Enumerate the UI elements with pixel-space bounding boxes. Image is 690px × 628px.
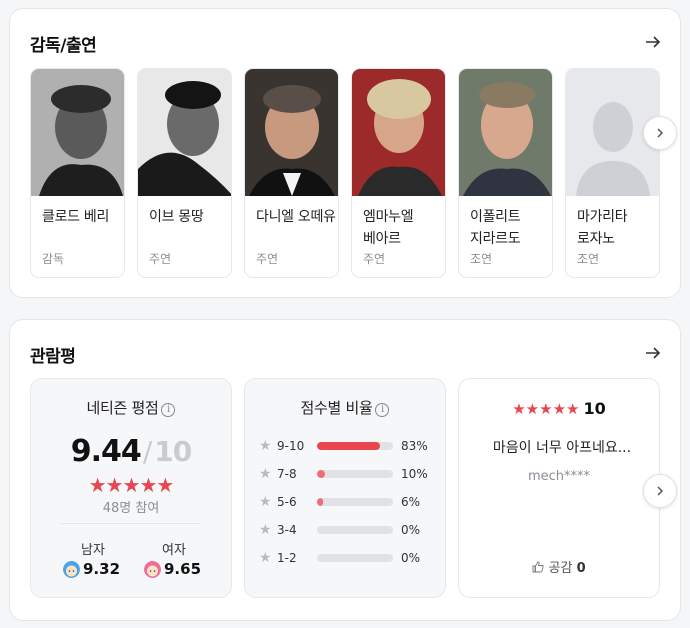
person-role: 주연 (149, 252, 172, 266)
ratio-bar (317, 442, 393, 450)
score-distribution-panel: 점수별 비율 i ★ 9-10 83% ★ 7-8 10% ★ 5-6 6% ★ 3-4 0% ★ 1-2 0… (244, 378, 446, 598)
review-text: 마음이 너무 아프네요... (492, 440, 632, 456)
divider (61, 523, 201, 524)
cast-card: 감독/출연 클로드 베리 감독 이브 몽땅 주연 다니엘 오떼유 주연 엠마누엘… (9, 8, 681, 298)
star-icon: ★ (259, 466, 272, 482)
person-photo (138, 69, 231, 196)
participants-count: 48명 참여 (102, 501, 160, 516)
distribution-title: 점수별 비율 (300, 399, 373, 417)
female-score: 9.65 (164, 560, 202, 578)
female-avatar-icon (144, 560, 161, 578)
person-role: 조연 (470, 252, 493, 266)
thumbs-up-icon (532, 561, 544, 573)
score-range: 5-6 (277, 495, 297, 509)
ratio-percent: 0% (401, 523, 421, 537)
review-score: 10 (583, 399, 606, 418)
person-name: 마가리타 로자노 (577, 209, 628, 247)
ratio-bar-fill (317, 442, 381, 450)
person-role: 감독 (42, 252, 65, 266)
chevron-right-icon (657, 486, 664, 496)
score-range: 7-8 (277, 467, 297, 481)
like-label: 공감 (548, 561, 573, 576)
ratio-bar (317, 498, 393, 506)
ratio-percent: 83% (401, 439, 428, 453)
star-icon: ★ (259, 494, 272, 510)
distribution-row: ★ 5-6 6% (259, 493, 439, 511)
cast-item[interactable]: 이폴리트 지라르도 조연 (458, 68, 553, 278)
star-icon: ★ (259, 522, 272, 538)
review-section-title: 관람평 (30, 347, 76, 367)
next-button[interactable] (643, 474, 677, 508)
ratio-percent: 6% (401, 495, 421, 509)
netizen-rating-title: 네티즌 평점 (86, 399, 159, 417)
netizen-rating-panel: 네티즌 평점 i 9.44/10 ★★★★★ 48명 참여 남자 9.32 여자 … (30, 378, 232, 598)
male-score-row: 9.32 (63, 560, 120, 578)
person-photo (352, 69, 445, 196)
chevron-right-icon (657, 128, 664, 138)
like-button[interactable]: 공감 0 (459, 557, 659, 576)
netizen-rating-title-row: 네티즌 평점 i (31, 397, 231, 418)
person-name: 엠마누엘 베아르 (363, 209, 414, 247)
cast-section-title: 감독/출연 (30, 36, 97, 56)
person-photo (31, 69, 124, 196)
ratio-bar (317, 470, 393, 478)
info-icon[interactable]: i (375, 403, 390, 417)
review-user: mech**** (527, 469, 591, 484)
score-range: 1-2 (277, 551, 297, 565)
ratio-percent: 10% (401, 467, 428, 481)
netizen-score: 9.44 (70, 434, 142, 469)
cast-item[interactable]: 클로드 베리 감독 (30, 68, 125, 278)
person-role: 주연 (256, 252, 279, 266)
score-row: 9.44/10 (31, 434, 231, 469)
female-score-row: 9.65 (144, 560, 201, 578)
person-name: 클로드 베리 (42, 209, 110, 225)
cast-item[interactable]: 다니엘 오떼유 주연 (244, 68, 339, 278)
ratio-bar (317, 554, 393, 562)
person-photo (245, 69, 338, 196)
review-stars: ★★★★★ (512, 400, 580, 418)
distribution-row: ★ 1-2 0% (259, 549, 439, 567)
male-avatar-icon (63, 560, 80, 578)
female-label: 여자 (162, 543, 186, 558)
score-max: 10 (154, 435, 192, 468)
like-count: 0 (576, 561, 586, 576)
distribution-row: ★ 9-10 83% (259, 437, 439, 455)
review-card: 관람평 네티즌 평점 i 9.44/10 ★★★★★ 48명 참여 남자 9.32… (9, 319, 681, 621)
distribution-row: ★ 7-8 10% (259, 465, 439, 483)
review-rating: ★★★★★ 10 (459, 399, 659, 418)
person-role: 조연 (577, 252, 600, 266)
cast-item[interactable]: 마가리타 로자노 조연 (565, 68, 660, 278)
ratio-bar (317, 526, 393, 534)
review-panel[interactable]: ★★★★★ 10 마음이 너무 아프네요... mech**** 공감 0 (458, 378, 660, 598)
distribution-row: ★ 3-4 0% (259, 521, 439, 539)
male-score: 9.32 (83, 560, 121, 578)
next-button[interactable] (643, 116, 677, 150)
star-icon: ★ (259, 438, 272, 454)
arrow-right-icon[interactable] (644, 33, 662, 51)
info-icon[interactable]: i (161, 403, 176, 417)
person-role: 주연 (363, 252, 386, 266)
ratio-bar-fill (317, 470, 325, 478)
distribution-title-row: 점수별 비율 i (245, 397, 445, 418)
score-range: 9-10 (277, 439, 305, 453)
cast-item[interactable]: 이브 몽땅 주연 (137, 68, 232, 278)
person-name: 다니엘 오떼유 (256, 209, 336, 225)
star-icon: ★ (259, 550, 272, 566)
person-photo (459, 69, 552, 196)
ratio-percent: 0% (401, 551, 421, 565)
person-name: 이브 몽땅 (149, 209, 204, 225)
score-range: 3-4 (277, 523, 297, 537)
cast-list: 클로드 베리 감독 이브 몽땅 주연 다니엘 오떼유 주연 엠마누엘 베아르 주… (30, 68, 662, 278)
person-name: 이폴리트 지라르도 (470, 209, 521, 247)
arrow-right-icon[interactable] (644, 344, 662, 362)
ratio-bar-fill (317, 498, 324, 506)
cast-item[interactable]: 엠마누엘 베아르 주연 (351, 68, 446, 278)
rating-stars: ★★★★★ (88, 473, 175, 497)
score-separator: / (142, 435, 153, 468)
male-label: 남자 (81, 543, 105, 558)
